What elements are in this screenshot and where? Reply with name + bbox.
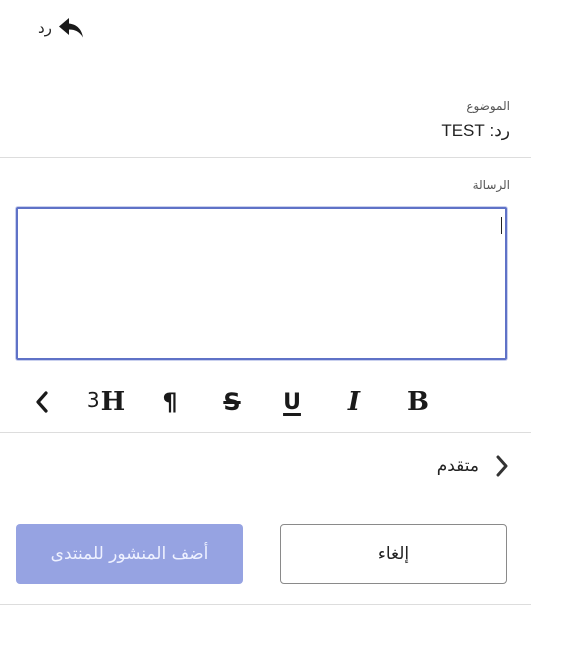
reply-arrow-icon [58, 18, 83, 38]
underline-icon: U [283, 389, 301, 415]
message-label: الرسالة [472, 178, 510, 192]
bold-button[interactable]: B [400, 383, 436, 421]
subject-label: الموضوع [466, 99, 510, 113]
heading-glyph: H [100, 387, 126, 417]
heading-button[interactable]: 3H [80, 383, 132, 421]
formatting-toolbar: 3H ¶ S U I B [24, 383, 442, 423]
chevron-right-icon [496, 455, 508, 477]
advanced-toggle[interactable]: متقدم [437, 455, 509, 477]
advanced-label: متقدم [436, 456, 479, 476]
reply-label: رد [38, 19, 52, 37]
subject-value[interactable]: رد: TEST [441, 121, 510, 141]
strikethrough-icon: S [223, 388, 241, 416]
reply-form-page: رد الموضوع رد: TEST الرسالة 3H ¶ S U I B… [0, 0, 571, 651]
cancel-button[interactable]: إلغاء [280, 524, 507, 584]
italic-icon: I [347, 387, 361, 417]
submit-post-button[interactable]: أضف المنشور للمنتدى [16, 524, 243, 584]
italic-button[interactable]: I [336, 383, 372, 421]
heading-level: 3 [86, 388, 100, 412]
reply-link[interactable]: رد [38, 16, 86, 40]
divider [0, 604, 531, 605]
underline-button[interactable]: U [274, 383, 310, 421]
text-caret [501, 217, 502, 234]
message-textarea[interactable] [16, 207, 507, 360]
bold-icon: B [407, 387, 429, 417]
divider [0, 432, 531, 433]
paragraph-button[interactable]: ¶ [152, 383, 188, 421]
chevron-left-icon [36, 391, 48, 413]
paragraph-icon: ¶ [162, 388, 178, 416]
toolbar-more-button[interactable] [24, 383, 60, 421]
divider [0, 157, 531, 158]
strikethrough-button[interactable]: S [214, 383, 250, 421]
